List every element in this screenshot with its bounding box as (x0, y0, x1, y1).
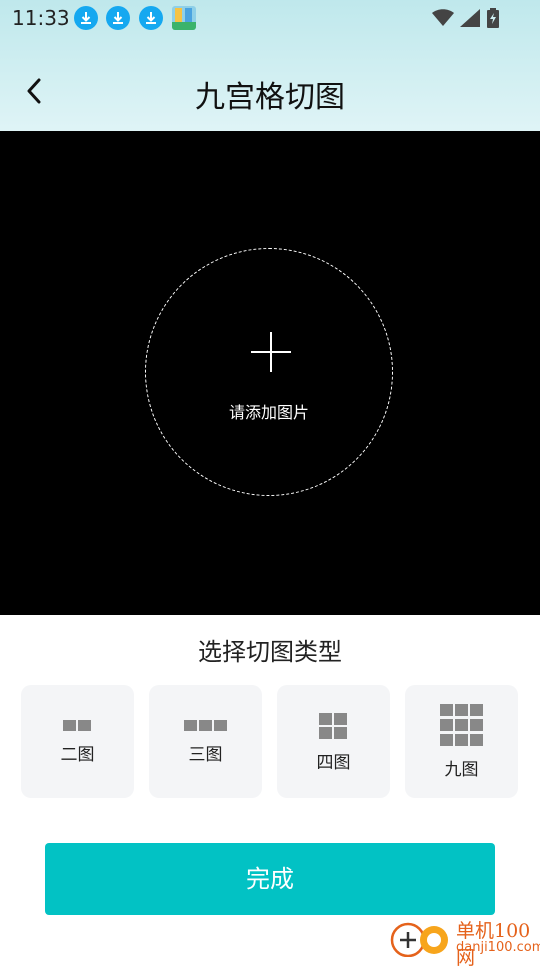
option-nine-label: 九图 (444, 760, 479, 780)
plus-icon (251, 332, 291, 372)
download-icon (74, 6, 98, 30)
page-title: 九宫格切图 (195, 80, 345, 115)
done-button[interactable]: 完成 (45, 843, 495, 915)
app-icon (172, 6, 196, 30)
battery-icon (487, 8, 499, 28)
add-image-area[interactable]: 请添加图片 (145, 248, 393, 496)
option-two-label: 二图 (60, 745, 95, 765)
download-icon (139, 6, 163, 30)
option-two[interactable]: 二图 (21, 685, 134, 798)
nav-bar: 九宫格切图 (0, 60, 540, 124)
split-type-title: 选择切图类型 (198, 638, 342, 666)
download-icon (106, 6, 130, 30)
option-nine[interactable]: 九图 (405, 685, 518, 798)
option-three-label: 三图 (188, 745, 223, 765)
wifi-icon (432, 9, 454, 26)
image-canvas: 请添加图片 (0, 131, 540, 615)
option-four-label: 四图 (316, 753, 351, 773)
system-icons (432, 8, 500, 28)
status-time: 11:33 (12, 6, 70, 30)
add-image-label: 请添加图片 (228, 403, 309, 422)
watermark-logo-icon (390, 922, 448, 957)
watermark-url: danji100.com (456, 940, 540, 955)
option-four[interactable]: 四图 (277, 685, 390, 798)
top-bar: 11:33 九宫格切图 (0, 0, 540, 132)
status-bar: 11:33 (0, 0, 540, 36)
watermark: 单机100网 danji100.com (388, 914, 540, 969)
signal-icon (460, 9, 480, 27)
option-three[interactable]: 三图 (149, 685, 262, 798)
